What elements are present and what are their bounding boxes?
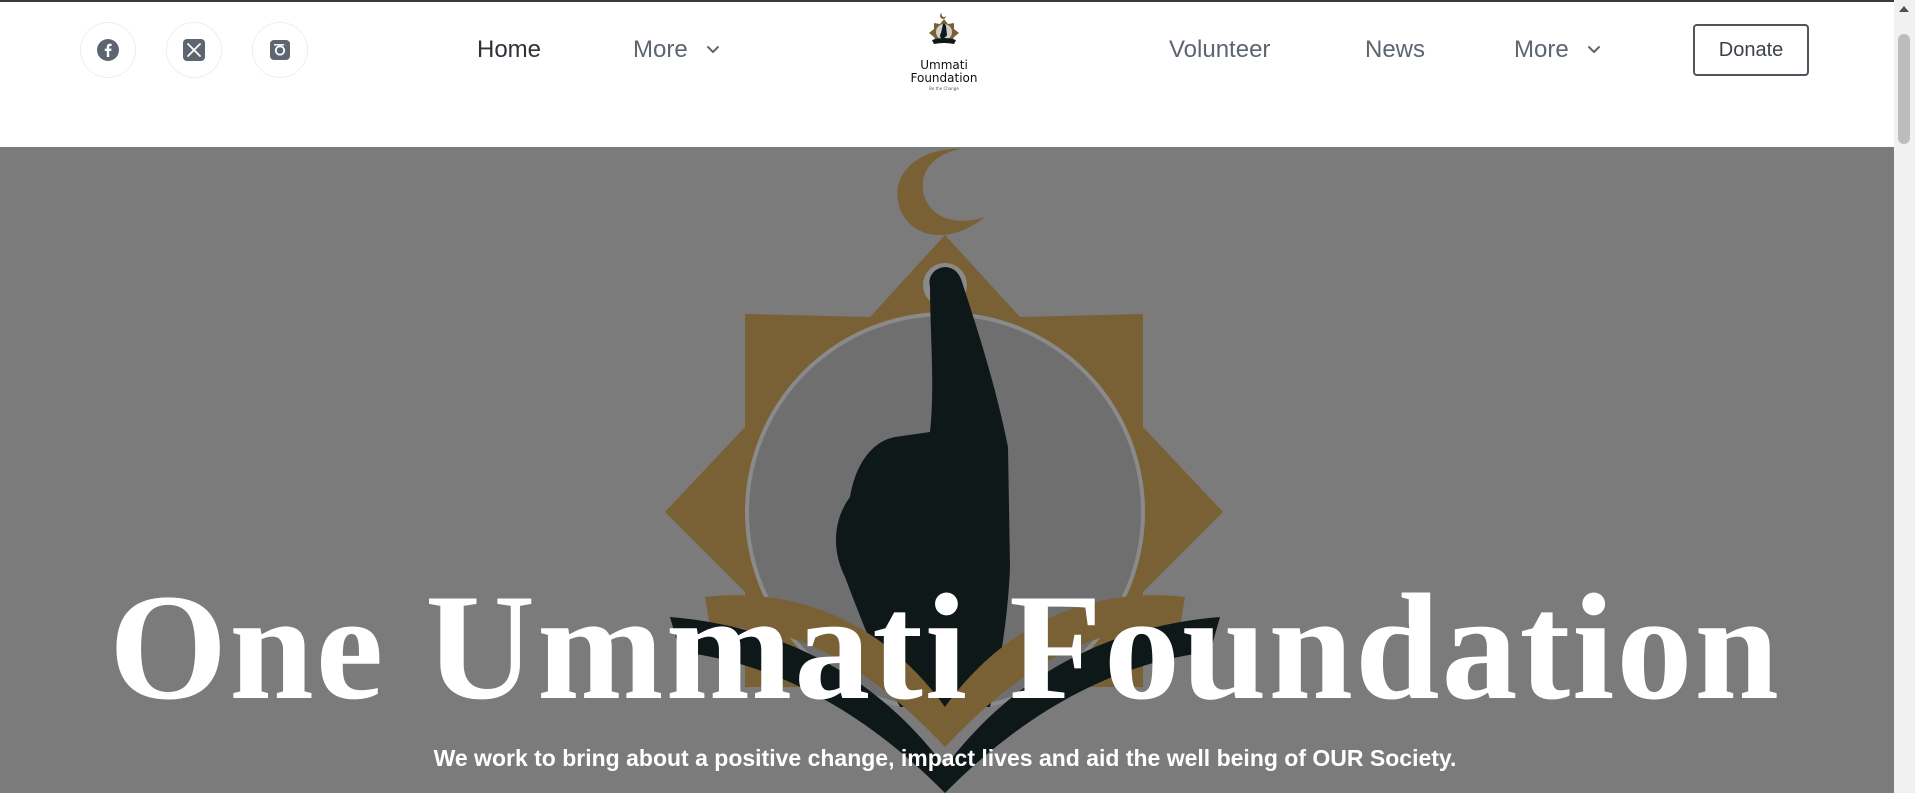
hero-subtitle: We work to bring about a positive change… (433, 745, 1457, 771)
vertical-scrollbar[interactable] (1894, 0, 1915, 793)
nav-more-left[interactable]: More (633, 35, 720, 66)
facebook-icon (96, 38, 120, 62)
x-twitter-link[interactable] (166, 22, 222, 78)
page: Home More Ummati Foundation Be the Chang… (0, 0, 1915, 793)
hero-section: One Ummati Foundation We work to bring a… (0, 147, 1894, 793)
nav-more-right-label: More (1514, 36, 1569, 63)
nav-more-right[interactable]: More (1514, 35, 1601, 66)
chevron-down-icon (706, 33, 720, 63)
scroll-up-arrow-icon[interactable] (1899, 6, 1909, 12)
site-logo[interactable]: Ummati Foundation Be the Change (894, 10, 994, 94)
nav-home[interactable]: Home (477, 35, 541, 65)
nav-news[interactable]: News (1365, 35, 1425, 65)
logo-tagline: Be the Change (929, 86, 959, 91)
facebook-link[interactable] (80, 22, 136, 78)
hero-title: One Ummati Foundation (109, 563, 1781, 731)
logo-name-line2: Foundation (910, 71, 978, 85)
nav-volunteer[interactable]: Volunteer (1169, 35, 1270, 65)
donate-button[interactable]: Donate (1693, 24, 1809, 76)
chevron-down-icon (1587, 33, 1601, 63)
logo-emblem-icon (929, 13, 959, 44)
nav-volunteer-label: Volunteer (1169, 36, 1271, 63)
nav-news-label: News (1365, 36, 1426, 63)
instagram-link[interactable] (252, 22, 308, 78)
nav-more-left-label: More (633, 36, 688, 63)
scrollbar-thumb[interactable] (1898, 34, 1910, 144)
x-twitter-icon (182, 38, 206, 62)
nav-home-label: Home (477, 36, 542, 63)
instagram-icon (268, 38, 292, 62)
logo-name: Ummati Foundation (894, 59, 994, 85)
site-header: Home More Ummati Foundation Be the Chang… (0, 2, 1894, 147)
donate-button-label: Donate (1718, 38, 1784, 61)
